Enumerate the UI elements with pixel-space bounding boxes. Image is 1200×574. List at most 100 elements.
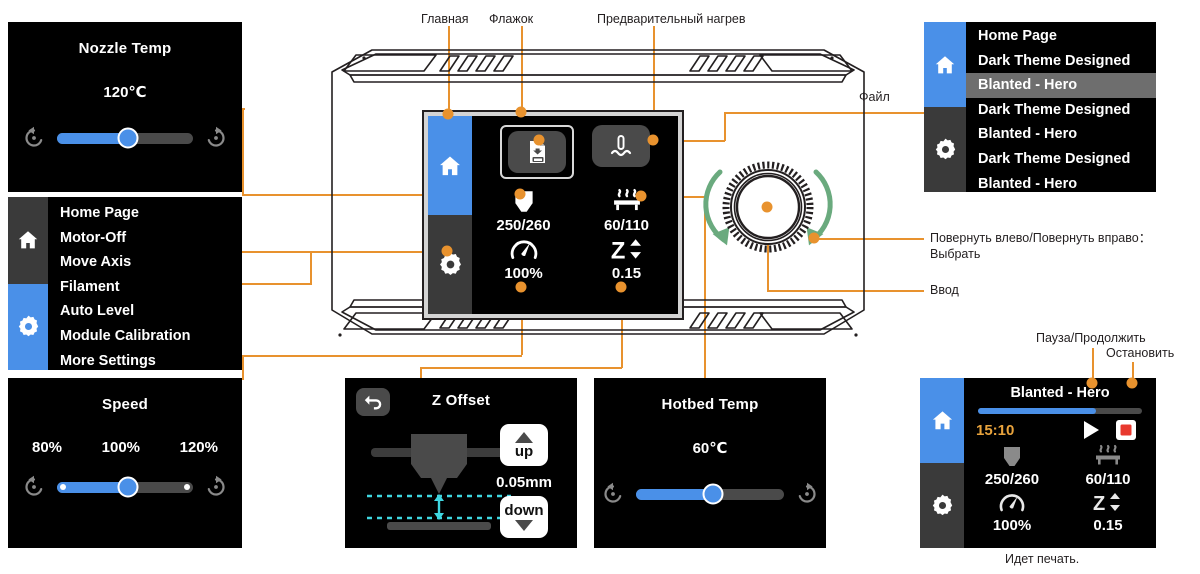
z-offset-back-button[interactable] — [356, 388, 390, 416]
rotate-right-icon[interactable] — [202, 124, 230, 152]
sidebar-item-home[interactable] — [924, 22, 966, 107]
annotation-file: Файл — [859, 90, 890, 104]
list-item[interactable]: Blanted - Hero — [978, 172, 1156, 192]
speed-max-dot — [184, 484, 190, 490]
file-list-panel: Home Page Dark Theme Designed Blanted - … — [924, 22, 1156, 192]
speed-gauge-icon — [510, 240, 537, 259]
gear-icon — [18, 315, 38, 337]
rotate-right-icon[interactable] — [793, 480, 821, 508]
menu-item-move-axis[interactable]: Move Axis — [60, 250, 242, 275]
speed-tick-high: 120% — [179, 439, 218, 456]
menu-item-auto-level[interactable]: Auto Level — [60, 299, 242, 324]
sidebar-item-home[interactable] — [428, 116, 472, 215]
stat-zoffset[interactable]: Z 0.15 — [1060, 490, 1156, 534]
home-screen-stats-grid: 250/260 60/110 100% Z 0.15 — [472, 188, 678, 282]
menu-item-module-calibration[interactable]: Module Calibration — [60, 324, 242, 349]
hotbed-temp-title: Hotbed Temp — [661, 396, 759, 413]
home-screen-sidebar — [428, 116, 472, 314]
annotation-rotate-line2: Выбрать — [930, 247, 981, 261]
speed-title: Speed — [101, 396, 148, 413]
list-item-selected[interactable]: Blanted - Hero — [966, 73, 1156, 98]
rotate-left-icon[interactable] — [20, 124, 48, 152]
list-item[interactable]: Dark Theme Designed — [978, 49, 1156, 74]
sidebar-item-home[interactable] — [8, 197, 48, 284]
speed-slider-row[interactable] — [8, 473, 242, 501]
settings-menu-panel: Home Page Motor-Off Move Axis Filament A… — [8, 197, 242, 370]
speed-panel-body: Speed 80% 100% 120% — [8, 378, 242, 548]
list-item[interactable]: Dark Theme Designed — [978, 98, 1156, 123]
sidebar-item-settings[interactable] — [428, 215, 472, 314]
list-item[interactable]: Dark Theme Designed — [978, 147, 1156, 172]
printing-stats-grid: 250/260 60/110 100% Z 0.15 — [964, 444, 1156, 534]
sidebar-item-settings[interactable] — [8, 283, 48, 370]
menu-item-motor-off[interactable]: Motor-Off — [60, 226, 242, 251]
print-progress-track[interactable] — [978, 408, 1142, 414]
rotate-right-icon[interactable] — [202, 473, 230, 501]
annotation-rotate: Повернуть влево/Повернуть вправо： — [930, 231, 1152, 245]
annotation-enter: Ввод — [930, 283, 959, 297]
stat-nozzle[interactable]: 250/260 — [964, 444, 1060, 488]
hotbed-temp-track[interactable] — [636, 483, 784, 505]
hotbed-temp-slider-row[interactable] — [594, 480, 826, 508]
speed-knob[interactable] — [117, 476, 139, 498]
stat-hotbed[interactable]: 60/110 — [1060, 444, 1156, 488]
menu-item-filament[interactable]: Filament — [60, 275, 242, 300]
callout-dot-hotbed — [635, 190, 647, 202]
nozzle-temp-value: 120℃ — [103, 84, 147, 101]
z-offset-up-button[interactable]: up — [500, 424, 548, 466]
speed-tick-mid: 100% — [101, 439, 141, 456]
stat-speed[interactable]: 100% — [472, 236, 575, 282]
home-screen-tiles — [472, 116, 678, 179]
z-offset-up-label: up — [514, 443, 534, 460]
print-job-title: Blanted - Hero — [1010, 385, 1110, 401]
nozzle-temp-panel: Nozzle Temp 120℃ — [8, 22, 242, 192]
nozzle-icon — [1004, 447, 1020, 466]
back-arrow-icon — [364, 395, 382, 410]
preheat-button[interactable] — [592, 125, 650, 167]
list-item[interactable]: Home Page — [978, 24, 1156, 49]
annotation-checkbox: Флажок — [489, 12, 534, 26]
nozzle-temp-track[interactable] — [57, 127, 193, 149]
annotation-pause-resume: Пауза/Продолжить — [1036, 331, 1146, 345]
callout-dot-home — [442, 108, 454, 120]
settings-menu-body: Home Page Motor-Off Move Axis Filament A… — [48, 197, 242, 370]
print-progress-fill — [978, 408, 1097, 414]
printing-panel: Blanted - Hero 15:10 250/260 60/110 100%… — [920, 378, 1156, 548]
speed-tick-low: 80% — [32, 439, 63, 456]
callout-dot-zoffset — [615, 281, 627, 293]
sidebar-item-home[interactable] — [920, 378, 964, 463]
nozzle-temp-title: Nozzle Temp — [78, 40, 172, 57]
printing-body: Blanted - Hero 15:10 250/260 60/110 100%… — [964, 378, 1156, 548]
stat-zoffset-value: 0.15 — [1093, 517, 1123, 534]
print-elapsed-time: 15:10 — [976, 421, 1015, 439]
annotation-preheat: Предварительный нагрев — [597, 12, 746, 26]
callout-dot-stop — [1126, 377, 1138, 389]
speed-ticks: 80% 100% 120% — [8, 439, 242, 456]
pause-resume-button[interactable] — [1080, 419, 1102, 441]
callout-dot-pause — [1086, 377, 1098, 389]
menu-item-home-page[interactable]: Home Page — [60, 201, 242, 226]
z-offset-down-button[interactable]: down — [500, 496, 548, 538]
stat-speed[interactable]: 100% — [964, 490, 1060, 534]
nozzle-temp-slider-row[interactable] — [8, 124, 242, 152]
stat-hotbed[interactable]: 60/110 — [575, 188, 678, 234]
sidebar-item-settings[interactable] — [924, 107, 966, 192]
stop-button[interactable] — [1116, 420, 1136, 440]
hotbed-icon — [1096, 444, 1120, 465]
nozzle-temp-knob[interactable] — [117, 127, 139, 149]
triangle-down-icon — [515, 519, 533, 531]
stat-zoffset[interactable]: Z 0.15 — [575, 236, 678, 282]
sidebar-item-settings[interactable] — [920, 463, 964, 548]
speed-track[interactable] — [57, 476, 193, 498]
rotate-left-icon[interactable] — [599, 480, 627, 508]
stat-hotbed-value: 60/110 — [1085, 471, 1131, 488]
stat-speed-value: 100% — [504, 265, 543, 282]
list-item[interactable]: Blanted - Hero — [978, 122, 1156, 147]
hotbed-temp-knob[interactable] — [702, 483, 724, 505]
gear-icon — [932, 494, 952, 516]
svg-text:Z: Z — [610, 239, 624, 264]
settings-menu-list: Home Page Motor-Off Move Axis Filament A… — [48, 197, 242, 370]
speed-panel: Speed 80% 100% 120% — [8, 378, 242, 548]
rotate-left-icon[interactable] — [20, 473, 48, 501]
menu-item-more-settings[interactable]: More Settings — [60, 349, 242, 370]
